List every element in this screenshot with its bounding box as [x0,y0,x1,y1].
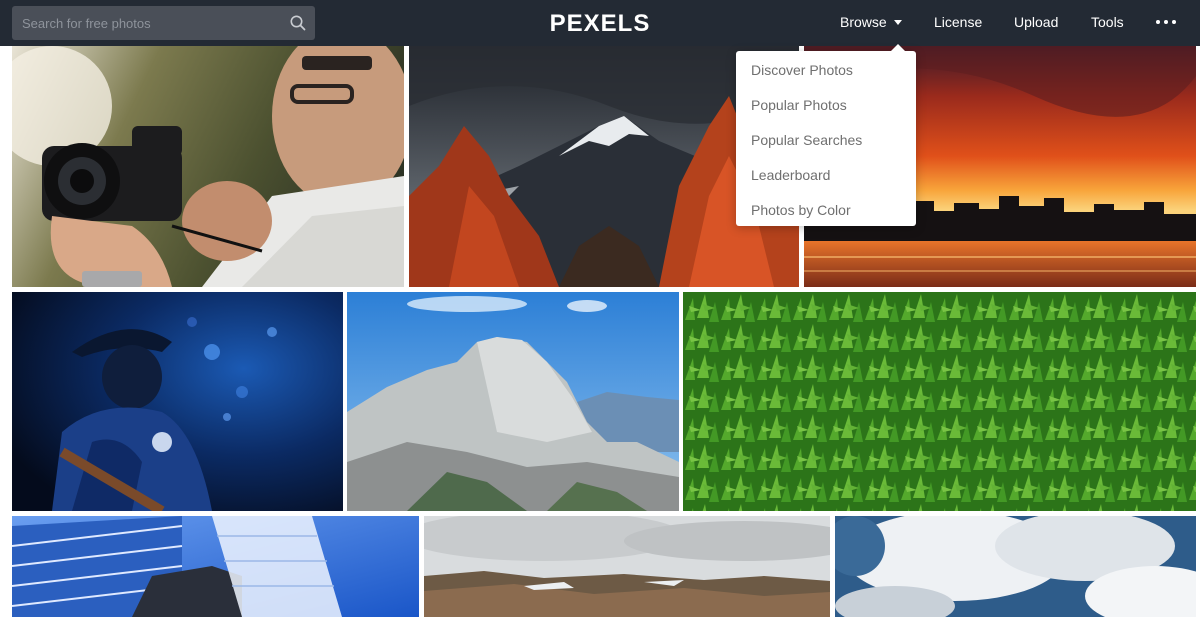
photo-clouds-sky[interactable] [835,516,1196,617]
photo-musician-blue[interactable] [12,292,343,511]
nav-browse[interactable]: Browse [840,14,902,30]
menu-item-discover-photos[interactable]: Discover Photos [751,62,853,78]
more-horizontal-icon[interactable] [1156,20,1178,26]
menu-item-photos-by-color[interactable]: Photos by Color [751,202,851,218]
photo-green-foliage[interactable] [683,292,1196,511]
photo-green-foliage-image [683,292,1196,511]
nav-license[interactable]: License [934,14,982,30]
top-navigation-bar: PEXELS Browse License Upload Tools [0,0,1200,46]
menu-item-popular-photos[interactable]: Popular Photos [751,97,847,113]
photo-half-dome[interactable] [347,292,679,511]
photo-glass-building[interactable] [12,516,419,617]
photo-photographer-camera-image [12,46,404,287]
photo-photographer-camera[interactable] [12,46,404,287]
photo-musician-blue-image [12,292,343,511]
photo-hills-landscape-image [424,516,830,617]
nav-tools[interactable]: Tools [1091,14,1124,30]
nav-upload[interactable]: Upload [1014,14,1058,30]
menu-item-popular-searches[interactable]: Popular Searches [751,132,862,148]
photo-hills-landscape[interactable] [424,516,830,617]
nav-browse-label: Browse [840,14,887,30]
photo-half-dome-image [347,292,679,511]
search-box[interactable] [12,6,315,40]
menu-item-leaderboard[interactable]: Leaderboard [751,167,830,183]
search-input[interactable] [12,6,315,40]
browse-dropdown-menu: Discover Photos Popular Photos Popular S… [736,44,916,226]
photo-glass-building-image [12,516,419,617]
search-icon[interactable] [289,14,307,32]
caret-down-icon [893,19,902,25]
dropdown-arrow [890,44,906,52]
photo-clouds-sky-image [835,516,1196,617]
